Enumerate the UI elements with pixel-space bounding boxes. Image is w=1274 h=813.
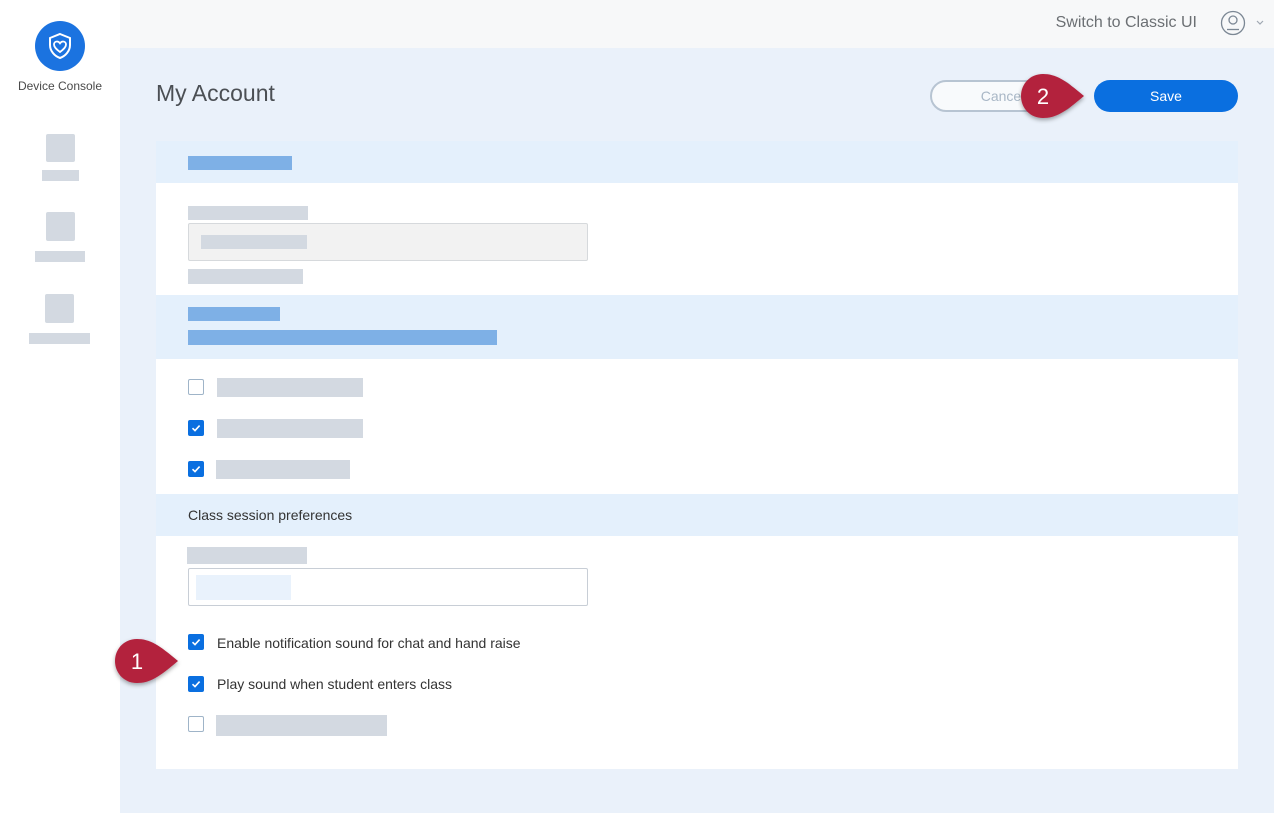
nav-item-2-label[interactable] (35, 251, 85, 262)
section-2-checkbox-1[interactable] (188, 379, 204, 395)
callout-2-marker: 2 (1021, 74, 1084, 118)
section-2-title (188, 307, 280, 321)
field-1-value (201, 235, 307, 249)
callout-1-marker: 1 (115, 639, 178, 683)
section-2-checkbox-3[interactable] (188, 461, 204, 477)
page-title: My Account (156, 80, 275, 106)
app-name: Device Console (17, 79, 103, 93)
check-icon (191, 425, 201, 432)
check-icon (191, 639, 201, 646)
student-enter-sound-label: Play sound when student enters class (217, 676, 453, 692)
save-button[interactable]: Save (1094, 80, 1238, 112)
class-session-field-value (196, 575, 291, 600)
chevron-down-icon[interactable] (1254, 15, 1266, 27)
chat-sound-checkbox[interactable] (188, 634, 204, 650)
user-avatar-icon[interactable] (1220, 10, 1246, 36)
switch-to-classic-link[interactable]: Switch to Classic UI (1056, 14, 1197, 32)
field-1-hint (188, 269, 303, 284)
nav-item-1-icon[interactable] (46, 134, 75, 162)
student-enter-sound-checkbox[interactable] (188, 676, 204, 692)
class-session-title: Class session preferences (188, 507, 353, 523)
field-1-input[interactable] (188, 223, 588, 261)
section-1-title (188, 156, 292, 170)
top-bar: Switch to Classic UI (120, 0, 1274, 48)
section-2-checkbox-1-label (217, 378, 363, 397)
check-icon (191, 466, 201, 473)
section-2-header (156, 295, 1238, 359)
section-2-checkbox-3-label (216, 460, 350, 479)
callout-1-number: 1 (131, 649, 143, 674)
section-2-checkbox-2-label (217, 419, 363, 438)
nav-item-2-icon[interactable] (46, 212, 75, 241)
check-icon (191, 681, 201, 688)
section-2-checkbox-2[interactable] (188, 420, 204, 436)
callout-2-number: 2 (1037, 84, 1049, 109)
chat-sound-label: Enable notification sound for chat and h… (217, 635, 521, 651)
account-settings-panel: Class session preferences Enable notific… (156, 141, 1238, 769)
section-2-description (188, 330, 497, 345)
class-session-field-input[interactable] (188, 568, 588, 606)
nav-item-3-icon[interactable] (45, 294, 74, 323)
shield-heart-logo-icon[interactable] (35, 21, 85, 71)
class-session-checkbox-3-label (216, 715, 387, 736)
sidebar: Device Console (0, 0, 120, 813)
class-session-header: Class session preferences (156, 494, 1238, 536)
section-1-header (156, 141, 1238, 183)
field-1-label (188, 206, 308, 220)
nav-item-1-label[interactable] (42, 170, 79, 181)
class-session-checkbox-3[interactable] (188, 716, 204, 732)
nav-item-3-label[interactable] (29, 333, 90, 344)
class-session-field-label (187, 547, 307, 564)
